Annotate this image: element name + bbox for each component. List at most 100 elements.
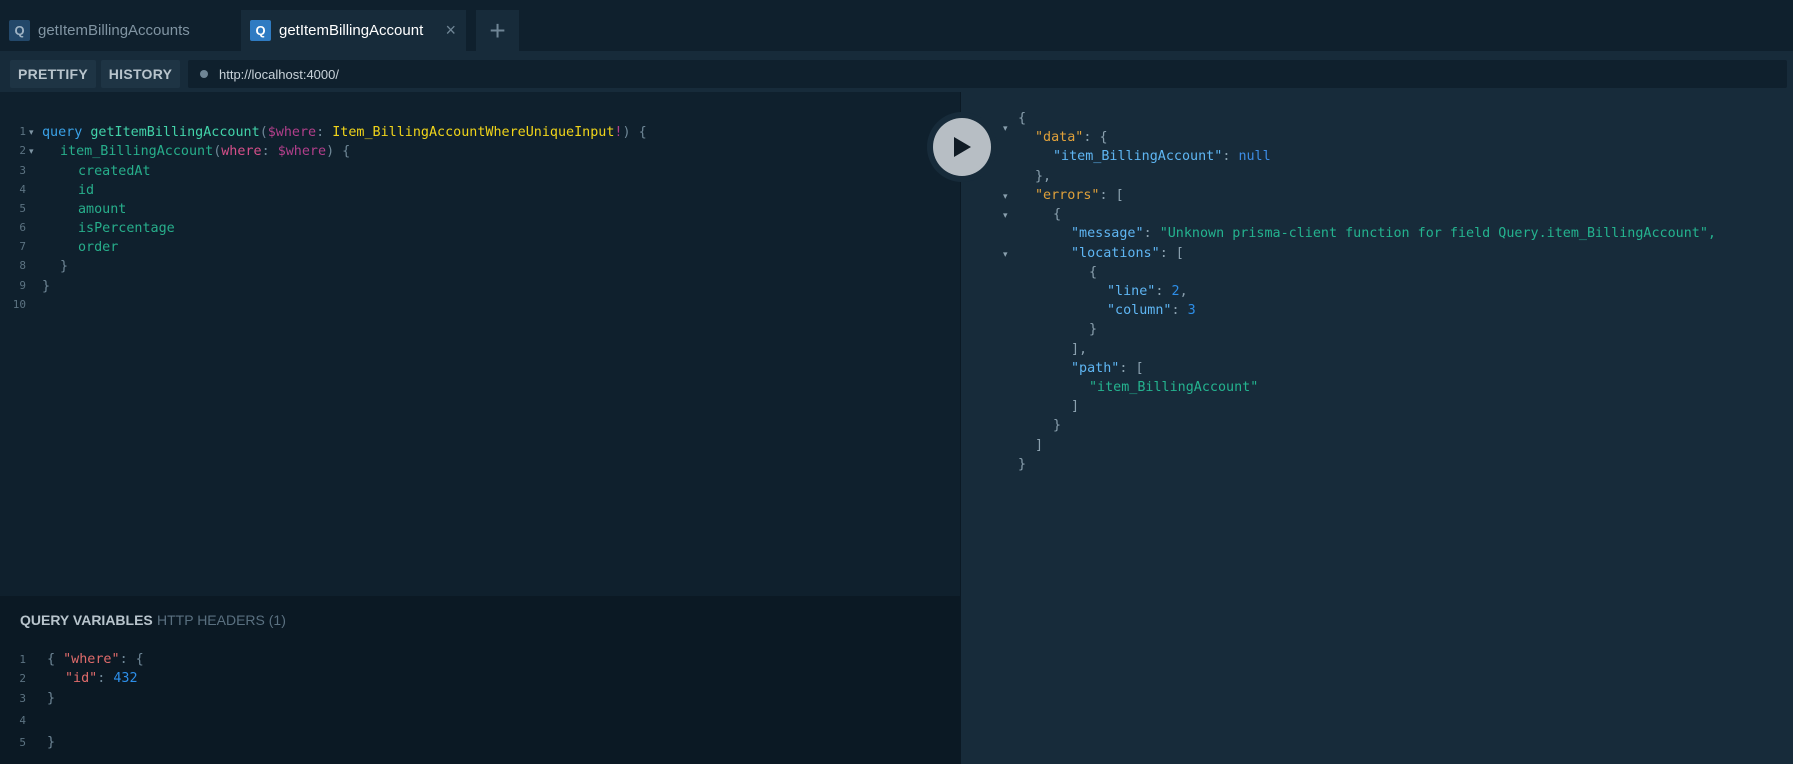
punc: : bbox=[1222, 149, 1239, 164]
play-icon bbox=[954, 137, 971, 157]
json-string: "item_BillingAccount" bbox=[1089, 380, 1259, 395]
json-number: 3 bbox=[1187, 303, 1196, 318]
json-key: "data" bbox=[1035, 130, 1084, 145]
var-line-3[interactable]: } bbox=[47, 691, 55, 706]
punc: ) { bbox=[326, 144, 351, 159]
line-number: 1 bbox=[19, 125, 26, 138]
fold-arrow-icon[interactable]: ▾ bbox=[29, 146, 34, 157]
result-line: ] bbox=[1071, 399, 1080, 414]
line-number: 8 bbox=[19, 259, 26, 272]
punc: : bbox=[97, 671, 114, 686]
line-number: 10 bbox=[12, 298, 26, 311]
operation-name: getItemBillingAccount bbox=[90, 125, 260, 140]
var-line-1[interactable]: { "where": { bbox=[47, 652, 144, 667]
tab-http-headers[interactable]: HTTP HEADERS (1) bbox=[157, 612, 286, 628]
var-line-2[interactable]: "id": 432 bbox=[65, 671, 138, 686]
toolbar: PRETTIFY HISTORY http://localhost:4000/ bbox=[0, 51, 1793, 92]
variables-pane: QUERY VARIABLES HTTP HEADERS (1) 1 2 3 4… bbox=[0, 596, 960, 764]
tab-getitembillingaccounts[interactable]: Q getItemBillingAccounts bbox=[0, 10, 230, 51]
code-line-2: item_BillingAccount(where: $where) { bbox=[60, 144, 350, 159]
result-line: "errors": [ bbox=[1035, 188, 1124, 203]
line-number: 7 bbox=[19, 240, 26, 253]
json-key: "line" bbox=[1107, 284, 1156, 299]
prettify-button[interactable]: PRETTIFY bbox=[10, 60, 96, 88]
var-line-5[interactable]: } bbox=[47, 735, 55, 750]
play-button-face bbox=[933, 118, 991, 176]
punc: ) { bbox=[622, 125, 647, 140]
tab-bar: Q getItemBillingAccounts Q getItemBillin… bbox=[0, 0, 1793, 51]
close-icon[interactable]: × bbox=[445, 20, 456, 41]
result-line: }, bbox=[1035, 169, 1052, 184]
result-line: "line": 2, bbox=[1107, 284, 1188, 299]
type-name: Item_BillingAccountWhereUniqueInput bbox=[332, 125, 615, 140]
result-line: } bbox=[1089, 322, 1098, 337]
punc: : [ bbox=[1099, 188, 1124, 203]
result-line: "data": { bbox=[1035, 130, 1108, 145]
result-line: } bbox=[1018, 457, 1027, 472]
code-line-1: query getItemBillingAccount($where: Item… bbox=[42, 125, 647, 140]
endpoint-url-input[interactable]: http://localhost:4000/ bbox=[188, 60, 1787, 88]
query-editor[interactable]: 1 2 3 4 5 6 7 8 9 10 ▾ ▾ query getItemBi… bbox=[0, 92, 960, 596]
keyword: query bbox=[42, 125, 83, 140]
line-number: 4 bbox=[19, 183, 26, 196]
punc: : { bbox=[1083, 130, 1108, 145]
punc: ( bbox=[259, 125, 268, 140]
line-number: 2 bbox=[19, 144, 26, 157]
result-line: } bbox=[1053, 418, 1062, 433]
json-key: "item_BillingAccount" bbox=[1053, 149, 1223, 164]
punc: : bbox=[1155, 284, 1172, 299]
result-line: { bbox=[1089, 265, 1098, 280]
line-number: 3 bbox=[19, 692, 26, 705]
tab-query-variables[interactable]: QUERY VARIABLES bbox=[20, 612, 153, 628]
fold-arrow-icon[interactable]: ▾ bbox=[1003, 249, 1008, 260]
result-line: ], bbox=[1071, 342, 1088, 357]
result-line: { bbox=[1053, 207, 1062, 222]
json-key: "locations" bbox=[1071, 246, 1160, 261]
execute-query-button[interactable] bbox=[927, 112, 997, 182]
plus-icon[interactable]: + bbox=[476, 10, 519, 51]
variable: $where bbox=[267, 125, 317, 140]
line-number: 2 bbox=[19, 672, 26, 685]
json-number: 432 bbox=[113, 671, 138, 686]
json-number: 2 bbox=[1171, 284, 1180, 299]
line-number: 1 bbox=[19, 653, 26, 666]
fold-arrow-icon[interactable]: ▾ bbox=[1003, 123, 1008, 134]
code-line-3: createdAt bbox=[78, 164, 151, 179]
code-line-9: } bbox=[42, 279, 51, 294]
punc: : [ bbox=[1119, 361, 1144, 376]
status-dot-icon bbox=[200, 70, 208, 78]
punc: { bbox=[47, 652, 64, 667]
line-number: 6 bbox=[19, 221, 26, 234]
fold-arrow-icon[interactable]: ▾ bbox=[29, 127, 34, 138]
query-badge-icon: Q bbox=[9, 20, 30, 41]
json-key: "path" bbox=[1071, 361, 1120, 376]
code-line-4: id bbox=[78, 183, 95, 198]
argument-name: where bbox=[221, 144, 262, 159]
history-button[interactable]: HISTORY bbox=[101, 60, 180, 88]
result-line: ] bbox=[1035, 438, 1044, 453]
result-line: "message": "Unknown prisma-client functi… bbox=[1071, 226, 1716, 241]
line-number: 5 bbox=[19, 202, 26, 215]
result-line: "path": [ bbox=[1071, 361, 1144, 376]
tab-label: getItemBillingAccount bbox=[279, 22, 424, 39]
json-null: null bbox=[1238, 149, 1271, 164]
result-line: { bbox=[1018, 111, 1027, 126]
variable: $where bbox=[277, 144, 327, 159]
json-key: "id" bbox=[65, 671, 98, 686]
punc: : bbox=[1143, 226, 1160, 241]
json-key: "errors" bbox=[1035, 188, 1100, 203]
punc: : [ bbox=[1159, 246, 1184, 261]
tab-label: getItemBillingAccounts bbox=[38, 22, 190, 39]
fold-arrow-icon[interactable]: ▾ bbox=[1003, 191, 1008, 202]
result-pane: ▾ { "data": { "item_BillingAccount": nul… bbox=[961, 92, 1793, 764]
result-line: "locations": [ bbox=[1071, 246, 1184, 261]
code-line-5: amount bbox=[78, 202, 127, 217]
punc: , bbox=[1179, 284, 1188, 299]
query-badge-icon: Q bbox=[250, 20, 271, 41]
code-line-8: } bbox=[60, 259, 69, 274]
endpoint-url-text: http://localhost:4000/ bbox=[219, 66, 339, 82]
code-line-7: order bbox=[78, 240, 119, 255]
punc: : { bbox=[119, 652, 144, 667]
tab-getitembillingaccount[interactable]: Q getItemBillingAccount × bbox=[241, 10, 466, 51]
fold-arrow-icon[interactable]: ▾ bbox=[1003, 210, 1008, 221]
